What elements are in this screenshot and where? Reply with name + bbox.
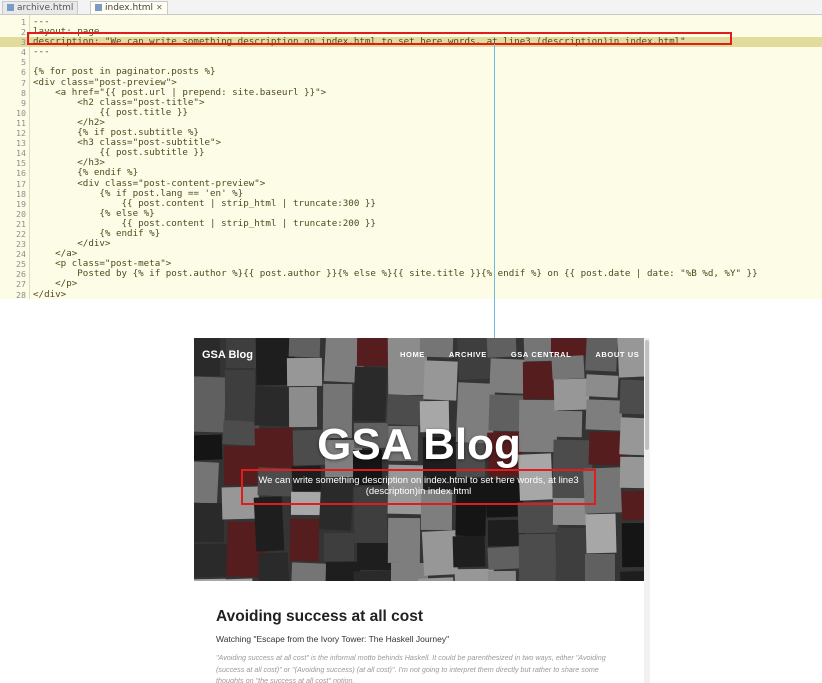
line-number: 27 [16, 279, 26, 290]
code-line[interactable]: 10 {{ post.title }} [0, 107, 822, 118]
tab-label: archive.html [17, 3, 74, 13]
html-file-icon [7, 4, 14, 11]
line-number: 14 [16, 148, 26, 159]
line-number: 19 [16, 198, 26, 209]
post-title[interactable]: Avoiding success at all cost [216, 608, 616, 626]
line-number: 26 [16, 269, 26, 280]
code-line[interactable]: 27 </p> [0, 279, 822, 290]
code-text[interactable]: {% for post in paginator.posts %} [33, 67, 216, 77]
code-text[interactable]: </div> [33, 289, 66, 299]
line-number: 22 [16, 228, 26, 239]
hero-description: We can write something description on in… [241, 469, 596, 505]
line-number: 1 [21, 17, 26, 27]
code-line[interactable]: 23 </div> [0, 239, 822, 250]
code-line[interactable]: 4 --- [0, 47, 822, 58]
code-text[interactable]: </p> [33, 279, 77, 289]
post-preview[interactable]: Avoiding success at all cost Watching "E… [216, 608, 616, 683]
code-text[interactable]: <div class="post-content-preview"> [33, 178, 265, 189]
line-number: 25 [16, 259, 26, 270]
nav-home[interactable]: HOME [400, 350, 425, 359]
line-number: 2 [21, 27, 26, 38]
code-line[interactable]: 14 {{ post.subtitle }} [0, 148, 822, 159]
tab-label: index.html [105, 3, 153, 13]
line-number: 23 [16, 239, 26, 250]
preview-scrollbar-thumb[interactable] [645, 340, 649, 450]
line-number: 15 [16, 158, 26, 169]
line-number: 17 [16, 178, 26, 189]
post-content-preview[interactable]: "Avoiding success at all cost" is the in… [216, 652, 616, 683]
editor-tab-bar: archive.html index.html ✕ [0, 0, 822, 15]
code-line[interactable]: 26 Posted by {% if post.author %}{{ post… [0, 269, 822, 280]
line-number: 12 [16, 128, 26, 139]
line-number: 20 [16, 208, 26, 219]
code-text[interactable]: --- [33, 47, 50, 57]
tab-archive-html[interactable]: archive.html [2, 1, 79, 14]
line-number: 24 [16, 249, 26, 260]
code-text[interactable]: Posted by {% if post.author %}{{ post.au… [33, 269, 757, 279]
line-number: 5 [21, 57, 26, 68]
code-line[interactable]: 1 --- [0, 17, 822, 28]
line-number: 8 [21, 87, 26, 98]
line-number: 21 [16, 218, 26, 229]
nav-about-us[interactable]: ABOUT US [595, 350, 639, 359]
line-number: 11 [16, 117, 26, 128]
hero-header: GSA Blog HOME ARCHIVE GSA CENTRAL ABOUT … [194, 338, 644, 581]
line-number: 7 [21, 77, 26, 88]
code-line[interactable]: 22 {% endif %} [0, 228, 822, 239]
code-text[interactable]: {% endif %} [33, 168, 138, 178]
nav-archive[interactable]: ARCHIVE [449, 350, 487, 359]
code-line[interactable]: 16 {% endif %} [0, 168, 822, 179]
line-number: 28 [16, 289, 26, 299]
tab-index-html[interactable]: index.html ✕ [90, 1, 168, 14]
nav-links: HOME ARCHIVE GSA CENTRAL ABOUT US [400, 350, 639, 359]
line-number: 3 [21, 37, 26, 48]
code-area[interactable]: 1 --- 2 layout: page 3 description: "We can w… [0, 17, 822, 299]
description-highlight-box [27, 32, 732, 45]
nav-gsa-central[interactable]: GSA CENTRAL [511, 350, 572, 359]
line-number: 13 [16, 138, 26, 149]
hero-title: GSA Blog [317, 420, 521, 469]
nav-brand[interactable]: GSA Blog [202, 349, 253, 361]
code-editor[interactable]: 1 --- 2 layout: page 3 description: "We can w… [0, 15, 822, 299]
html-file-icon [95, 4, 102, 11]
post-subtitle[interactable]: Watching "Escape from the Ivory Tower: T… [216, 634, 616, 644]
code-line[interactable]: 28 </div> [0, 289, 822, 299]
line-number: 18 [16, 188, 26, 199]
line-number: 9 [21, 97, 26, 108]
line-number: 4 [21, 47, 26, 58]
line-number: 16 [16, 168, 26, 179]
close-icon[interactable]: ✕ [156, 3, 163, 12]
browser-preview: GSA Blog HOME ARCHIVE GSA CENTRAL ABOUT … [194, 338, 650, 683]
line-number: 10 [16, 107, 26, 118]
line-number: 6 [21, 67, 26, 78]
